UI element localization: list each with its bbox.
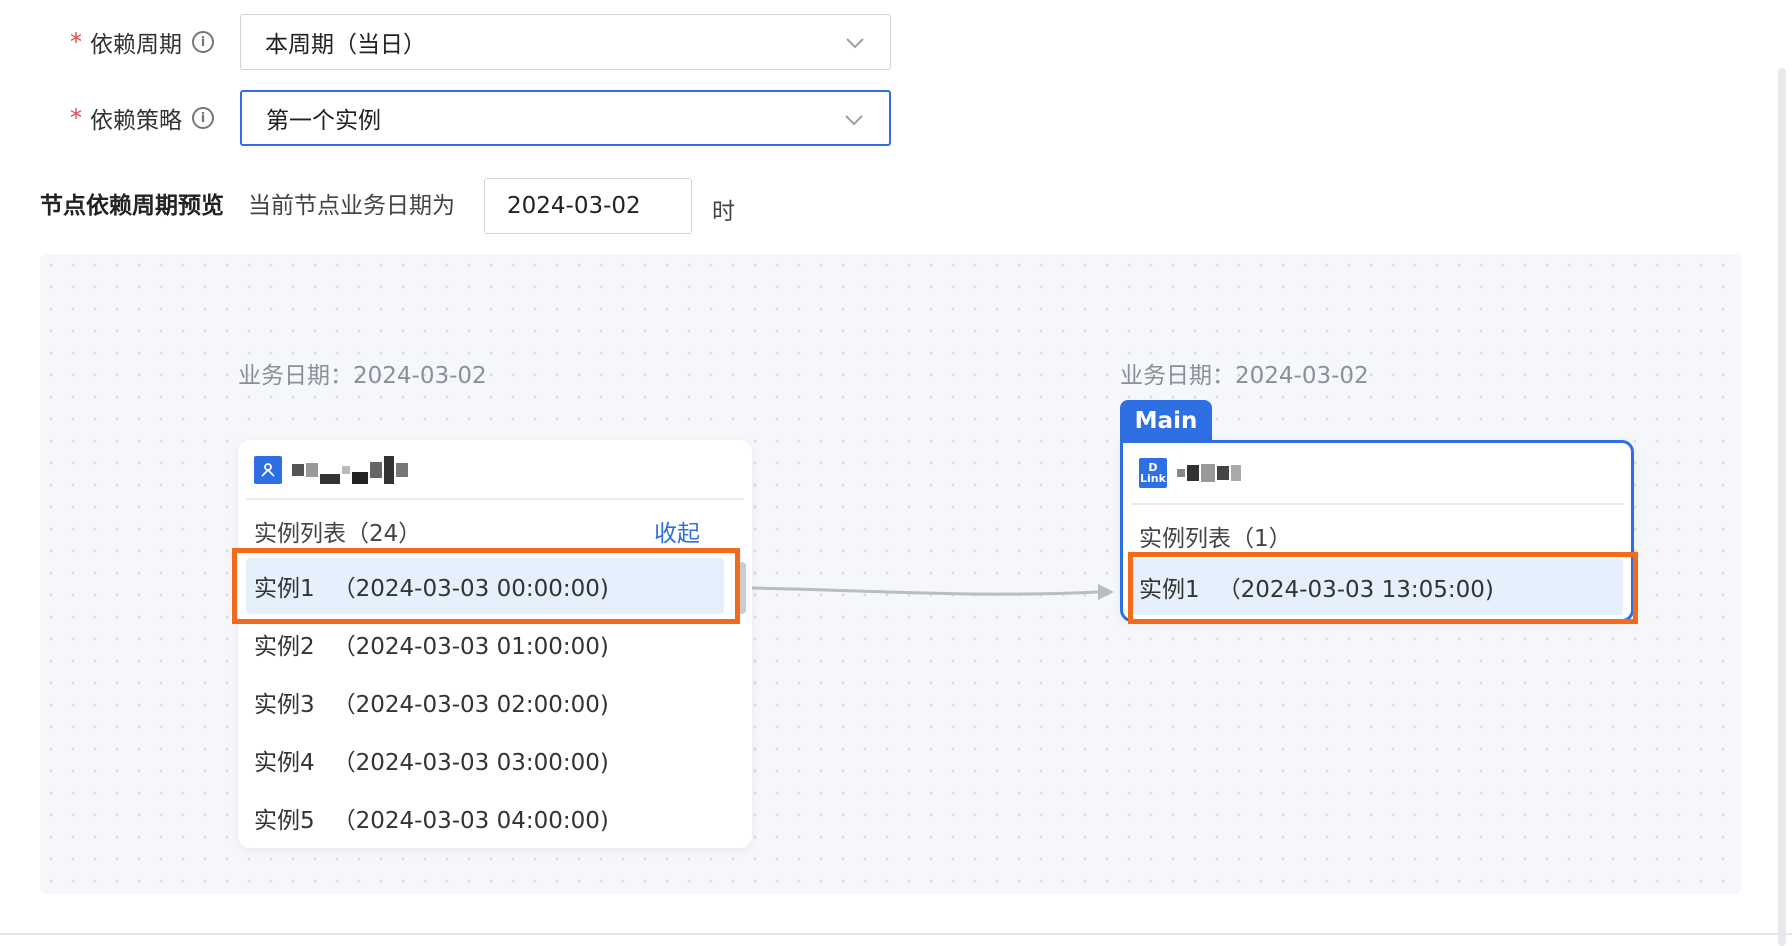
redacted-node-name — [1177, 458, 1243, 488]
preview-title: 节点依赖周期预览 — [40, 193, 224, 219]
info-icon[interactable]: i — [192, 31, 214, 53]
current-node-card[interactable]: D Link 实例列表（1） 实例1 （2024-03-03 13:05:00) — [1120, 440, 1634, 622]
upstream-instance-row[interactable]: 实例3 （2024-03-03 02:00:00) — [246, 674, 724, 730]
upstream-instance-row[interactable]: 实例1 （2024-03-03 00:00:00) — [246, 558, 724, 614]
redacted-node-name — [292, 455, 410, 485]
cycle-label-text: 依赖周期 — [90, 32, 182, 58]
dependency-arrow — [751, 584, 1114, 600]
upstream-node-header — [254, 454, 410, 486]
required-star: * — [70, 104, 82, 132]
bottom-divider — [0, 933, 1792, 935]
person-icon — [261, 463, 275, 477]
strategy-select[interactable]: 第一个实例 — [240, 90, 891, 146]
cycle-select[interactable]: 本周期（当日） — [240, 14, 891, 70]
cycle-field-label: * 依赖周期 i — [70, 14, 230, 70]
upstream-node-card[interactable]: 实例列表（24） 收起 实例1 （2024-03-03 00:00:00) 实例… — [238, 440, 752, 848]
upstream-instance-list-header: 实例列表（24） — [254, 521, 422, 547]
business-date-input[interactable]: 2024-03-02 — [484, 178, 692, 234]
strategy-field-label: * 依赖策略 i — [70, 90, 230, 146]
chevron-down-icon — [845, 115, 863, 126]
node-divider — [1131, 503, 1623, 505]
upstream-instance-row[interactable]: 实例5 （2024-03-03 04:00:00) — [246, 790, 724, 846]
node-type-icon — [254, 456, 282, 484]
info-icon[interactable]: i — [192, 107, 214, 129]
chevron-down-icon — [846, 38, 864, 49]
page-scrollbar[interactable] — [1778, 68, 1786, 946]
main-tag: Main — [1120, 400, 1212, 442]
collapse-link[interactable]: 收起 — [654, 514, 700, 548]
cycle-select-value: 本周期（当日） — [265, 32, 426, 58]
strategy-select-value: 第一个实例 — [266, 108, 381, 134]
preview-description: 当前节点业务日期为 — [248, 193, 455, 219]
business-date-value: 2024-03-02 — [507, 193, 641, 219]
upstream-instance-row[interactable]: 实例4 （2024-03-03 03:00:00) — [246, 732, 724, 788]
current-node-header: D Link — [1139, 457, 1243, 489]
upstream-business-date: 业务日期：2024-03-02 — [238, 363, 487, 389]
required-star: * — [70, 28, 82, 56]
dlink-icon: D Link — [1139, 458, 1167, 488]
current-instance-row[interactable]: 实例1 （2024-03-03 13:05:00) — [1131, 559, 1623, 615]
current-instance-list-header: 实例列表（1） — [1139, 526, 1292, 552]
strategy-label-text: 依赖策略 — [90, 108, 182, 134]
instance-list-scrollbar[interactable] — [738, 562, 746, 614]
node-divider — [246, 498, 744, 500]
hour-suffix: 时 — [712, 199, 735, 225]
upstream-instance-row[interactable]: 实例2 （2024-03-03 01:00:00) — [246, 616, 724, 672]
current-business-date: 业务日期：2024-03-02 — [1120, 363, 1369, 389]
